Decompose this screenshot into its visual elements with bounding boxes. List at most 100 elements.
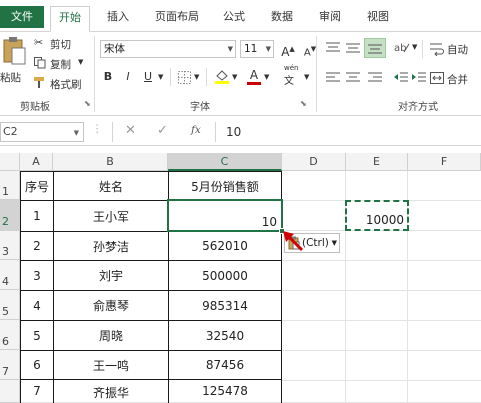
table-cell[interactable]: 985314: [169, 291, 282, 321]
table-cell[interactable]: 87456: [169, 351, 282, 380]
table-cell[interactable]: 王一鸣: [54, 351, 169, 380]
row-header-2[interactable]: 2: [0, 200, 20, 231]
bold-button[interactable]: B: [100, 68, 116, 86]
table-cell[interactable]: 周晓: [54, 321, 169, 351]
table-header-cell[interactable]: 5月份销售额: [169, 172, 282, 201]
shrink-font-icon: A: [303, 47, 311, 59]
alignment-group-label: 对齐方式: [398, 102, 438, 113]
table-cell[interactable]: 2: [21, 232, 54, 261]
table-cell[interactable]: 6: [21, 351, 54, 380]
dialog-launcher-icon[interactable]: ⬊: [84, 99, 91, 108]
row-number: 2: [2, 215, 9, 228]
row-header-8[interactable]: [0, 380, 20, 403]
align-left-icon[interactable]: [326, 72, 340, 84]
chevron-down-icon[interactable]: ▼: [194, 73, 199, 81]
tab-page-layout[interactable]: 页面布局: [150, 6, 204, 28]
paste-button[interactable]: 粘贴: [0, 36, 28, 94]
table-cell[interactable]: 5: [21, 321, 54, 351]
chevron-down-icon[interactable]: ▼: [264, 73, 269, 81]
tab-review[interactable]: 审阅: [316, 6, 344, 28]
chevron-down-icon: ▼: [78, 58, 84, 66]
row-header-3[interactable]: 3: [0, 231, 20, 260]
orientation-icon[interactable]: ab: [394, 40, 410, 54]
align-bottom-button[interactable]: [364, 38, 386, 58]
table-cell[interactable]: 1: [21, 201, 54, 232]
table-cell[interactable]: 3: [21, 261, 54, 291]
table-header-cell[interactable]: 序号: [21, 172, 54, 201]
tab-insert[interactable]: 插入: [104, 6, 132, 28]
row-header-6[interactable]: 6: [0, 320, 20, 350]
align-middle-icon[interactable]: [346, 42, 360, 54]
wrap-text-label[interactable]: 自动: [447, 42, 468, 57]
chevron-down-icon[interactable]: ▼: [304, 73, 309, 81]
row-header-4[interactable]: 4: [0, 260, 20, 290]
active-cell-c2[interactable]: 10: [169, 201, 282, 232]
merge-center-icon[interactable]: [430, 72, 444, 84]
data-table-last-row: 7 齐振华 125478: [20, 380, 282, 403]
copy-button[interactable]: 复制 ▼: [34, 56, 84, 72]
row-header-1[interactable]: 1: [0, 171, 20, 200]
column-header-a[interactable]: A: [20, 153, 53, 171]
enter-icon[interactable]: ✓: [157, 123, 168, 138]
insert-function-icon[interactable]: fx: [191, 124, 201, 136]
wrap-text-icon[interactable]: [430, 42, 444, 56]
align-center-icon[interactable]: [346, 72, 360, 84]
table-cell[interactable]: 4: [21, 291, 54, 321]
tab-home[interactable]: 开始: [50, 6, 90, 32]
grow-font-button[interactable]: A▲: [280, 40, 296, 59]
row-header-5[interactable]: 5: [0, 290, 20, 320]
column-header-e[interactable]: E: [346, 153, 408, 171]
font-size-select[interactable]: 11 ▼: [240, 40, 274, 58]
align-right-icon[interactable]: [368, 72, 382, 84]
select-all-corner[interactable]: [0, 153, 20, 171]
chevron-down-icon[interactable]: ▼: [158, 73, 163, 81]
increase-indent-icon[interactable]: [412, 72, 426, 84]
table-cell[interactable]: 7: [21, 380, 54, 403]
row-number: 7: [2, 365, 9, 378]
table-cell[interactable]: 齐振华: [54, 380, 169, 403]
table-cell[interactable]: 俞惠琴: [54, 291, 169, 321]
table-header-cell[interactable]: 姓名: [54, 172, 169, 201]
fill-color-icon[interactable]: [214, 68, 230, 84]
tab-formulas[interactable]: 公式: [220, 6, 248, 28]
table-cell[interactable]: 王小军: [54, 201, 169, 232]
phonetic-button[interactable]: wén 文: [282, 64, 306, 88]
inline-divider: [170, 68, 171, 86]
borders-icon[interactable]: [178, 71, 191, 84]
column-header-d[interactable]: D: [282, 153, 346, 171]
font-color-button[interactable]: A: [246, 66, 262, 85]
column-header-f[interactable]: F: [408, 153, 481, 171]
cut-button[interactable]: ✂ 剪切: [34, 36, 82, 52]
format-painter-button[interactable]: 格式刷: [34, 76, 86, 92]
table-cell[interactable]: 562010: [169, 232, 282, 261]
italic-button[interactable]: I: [120, 68, 136, 86]
dialog-launcher-icon[interactable]: ⬊: [300, 99, 307, 108]
tab-data[interactable]: 数据: [268, 6, 296, 28]
row-header-7[interactable]: 7: [0, 350, 20, 380]
italic-icon: I: [126, 70, 130, 83]
table-cell[interactable]: 500000: [169, 261, 282, 291]
table-cell[interactable]: 孙梦洁: [54, 232, 169, 261]
font-name-select[interactable]: 宋体 ▼: [100, 40, 236, 58]
column-header-c[interactable]: C: [168, 153, 282, 171]
name-box[interactable]: C2 ▼: [0, 122, 84, 142]
tab-view[interactable]: 视图: [364, 6, 392, 28]
formula-input[interactable]: 10: [226, 125, 241, 139]
chevron-down-icon[interactable]: ▼: [232, 73, 237, 81]
table-cell[interactable]: 125478: [169, 380, 282, 403]
chevron-down-icon[interactable]: ▼: [412, 43, 417, 51]
underline-button[interactable]: U: [140, 68, 156, 86]
grid-cells-f[interactable]: [408, 171, 481, 403]
decrease-indent-icon[interactable]: [394, 72, 408, 84]
paste-icon: [3, 37, 26, 65]
inline-divider: [422, 40, 423, 58]
align-top-icon[interactable]: [326, 42, 340, 54]
grid-cells-d[interactable]: [282, 171, 346, 403]
merge-label[interactable]: 合并: [447, 72, 468, 87]
table-cell[interactable]: 32540: [169, 321, 282, 351]
copied-cell-e2[interactable]: 10000: [345, 200, 409, 231]
tab-file[interactable]: 文件: [0, 6, 44, 28]
table-cell[interactable]: 刘宇: [54, 261, 169, 291]
cancel-icon[interactable]: ✕: [125, 123, 136, 138]
column-header-b[interactable]: B: [53, 153, 168, 171]
